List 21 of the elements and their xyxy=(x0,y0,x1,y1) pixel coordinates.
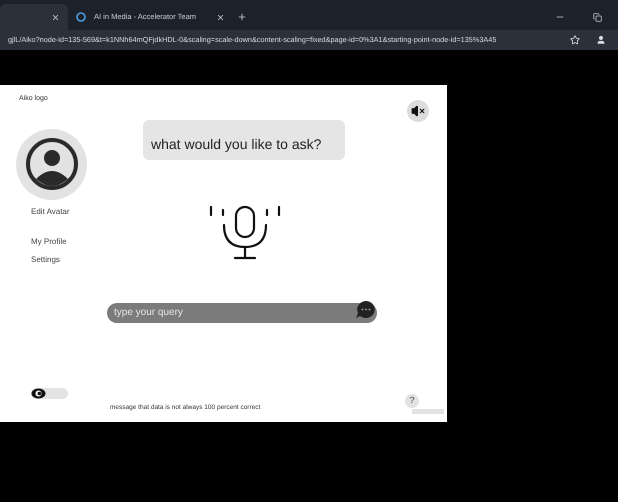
help-bar xyxy=(412,409,444,414)
close-icon[interactable] xyxy=(216,12,225,22)
microphone-icon[interactable] xyxy=(209,205,281,261)
sound-button[interactable] xyxy=(407,100,429,122)
close-icon[interactable] xyxy=(51,12,60,22)
menu-item[interactable]: Settings xyxy=(31,254,60,266)
new-tab-icon[interactable] xyxy=(237,12,247,22)
user-silhouette-icon xyxy=(24,137,78,191)
site-icon xyxy=(76,12,86,22)
profile-icon[interactable] xyxy=(596,35,606,45)
restore-icon[interactable] xyxy=(593,12,602,22)
toggle-switch[interactable] xyxy=(31,388,68,399)
chat-bubble-icon[interactable] xyxy=(355,300,376,318)
edit-avatar-link[interactable]: Edit Avatar xyxy=(31,206,70,218)
eye-icon xyxy=(31,388,46,399)
mute-icon xyxy=(411,104,425,118)
query-field[interactable]: type your query xyxy=(107,302,377,322)
menu-item[interactable]: My Profile xyxy=(31,236,67,248)
help-button[interactable]: ? xyxy=(405,394,419,408)
prompt-text: what would you like to ask? xyxy=(151,135,322,154)
bookmark-icon[interactable] xyxy=(570,35,580,45)
